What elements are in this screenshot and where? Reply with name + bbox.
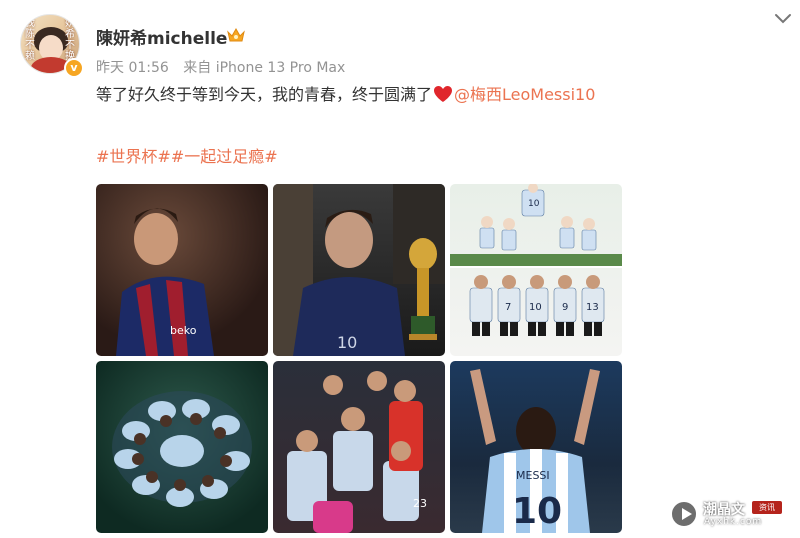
topics: #世界杯##一起过足瘾# <box>96 146 278 168</box>
jersey-number: 10 <box>337 333 357 352</box>
cartoon-number: 9 <box>562 302 568 313</box>
watermark: 潮晶文 <box>703 502 745 518</box>
image-content: beko <box>116 208 214 356</box>
image-content: 10 <box>273 184 445 356</box>
username[interactable]: 陳妍希michelle <box>96 24 227 49</box>
cartoon-number: 10 <box>529 302 542 313</box>
jersey-number: 23 <box>413 497 427 510</box>
heart-emoji-icon <box>434 86 453 102</box>
avatar-caption-left: 我陈不赖 <box>25 18 35 62</box>
image-thumbnail[interactable]: MESSI 10 <box>450 361 622 533</box>
post-source: 来自 iPhone 13 Pro Max <box>183 60 346 76</box>
image-content: 10 7 10 9 13 <box>450 184 622 336</box>
watermark-site: Ayxhk.com <box>704 517 763 527</box>
image-thumbnail[interactable]: 10 7 10 9 13 <box>450 184 622 356</box>
post-meta: 昨天 01:56 来自 iPhone 13 Pro Max <box>96 57 355 77</box>
post-text-body: 等了好久终于等到今天，我的青春，终于圆满了 <box>96 85 433 104</box>
chevron-down-icon[interactable] <box>773 12 793 26</box>
jersey-number: 10 <box>512 491 562 532</box>
play-icon[interactable] <box>670 500 698 528</box>
image-thumbnail[interactable]: 10 <box>273 184 445 356</box>
image-thumbnail[interactable]: 23 <box>273 361 445 533</box>
watermark-tag: 资讯 <box>752 501 782 514</box>
jersey-sponsor: beko <box>170 324 197 337</box>
mention-link[interactable]: @梅西LeoMessi10 <box>454 85 595 104</box>
image-grid: beko 10 10 7 10 9 13 23 MESSI 10 <box>96 184 622 533</box>
image-thumbnail[interactable] <box>96 361 268 533</box>
cartoon-number: 13 <box>586 302 599 313</box>
image-content <box>112 391 252 507</box>
cartoon-number: 7 <box>505 302 511 313</box>
post-time[interactable]: 昨天 01:56 <box>96 60 169 76</box>
topic-link[interactable]: #一起过足瘾# <box>171 147 278 166</box>
verified-badge-icon: v <box>64 58 84 78</box>
cartoon-number: 10 <box>528 199 540 209</box>
avatar-caption-right: 妍希不换 <box>65 18 75 62</box>
crown-icon <box>227 27 245 42</box>
image-content: MESSI 10 <box>470 369 600 533</box>
image-content: 23 <box>287 371 427 533</box>
jersey-name: MESSI <box>516 469 550 482</box>
topic-link[interactable]: #世界杯# <box>96 147 171 166</box>
post-text: 等了好久终于等到今天，我的青春，终于圆满了 @梅西LeoMessi10 <box>96 84 595 106</box>
image-thumbnail[interactable]: beko <box>96 184 268 356</box>
